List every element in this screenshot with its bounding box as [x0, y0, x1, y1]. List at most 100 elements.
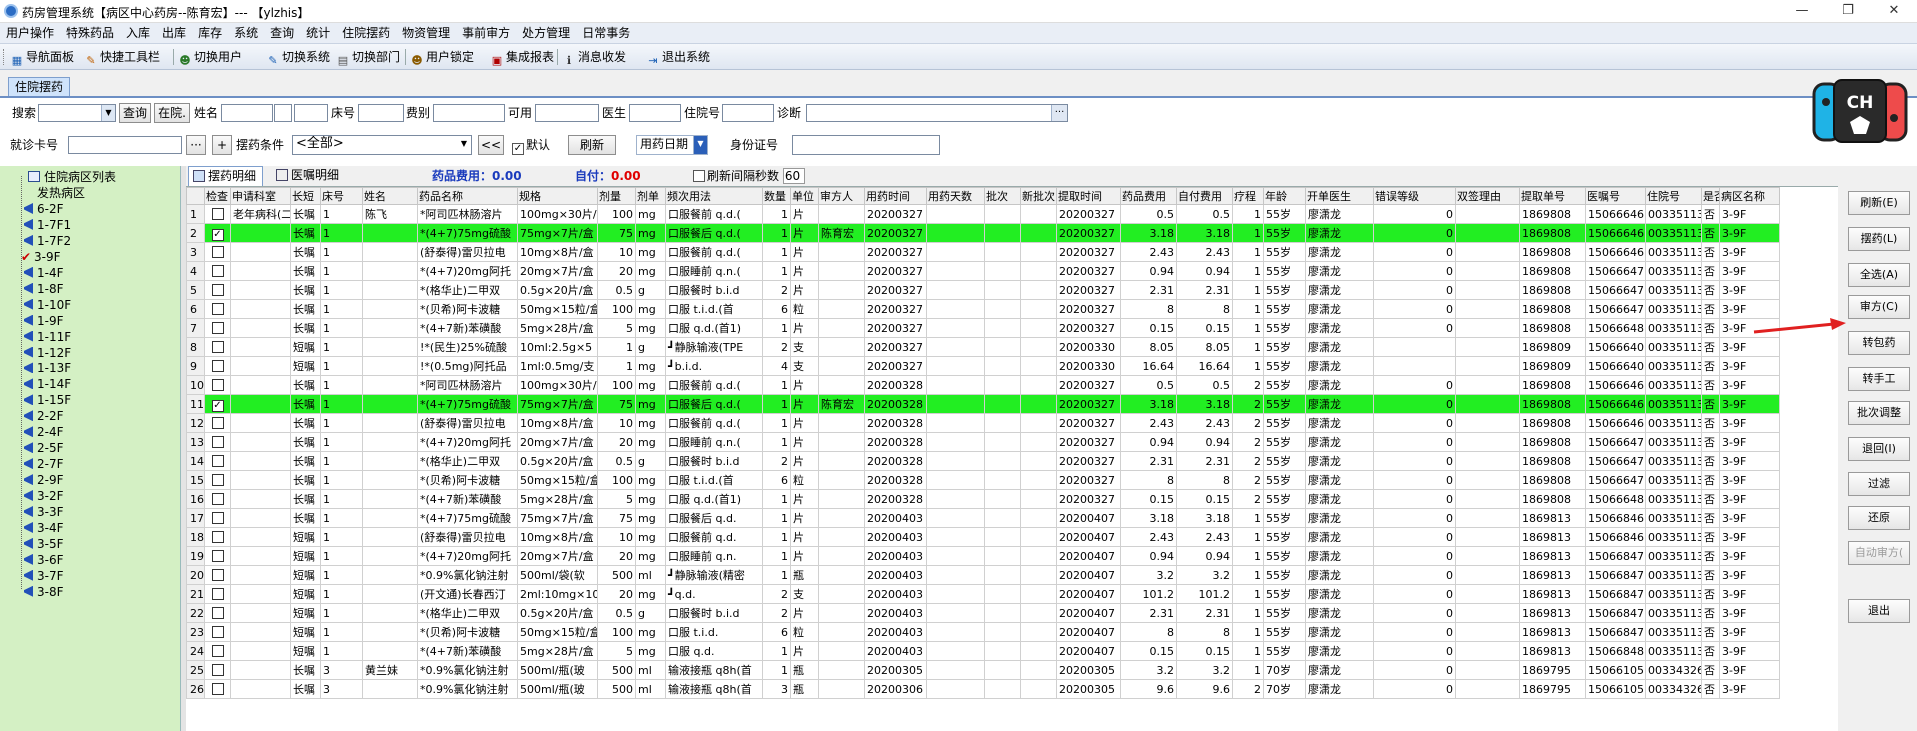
column-header[interactable]: 审方人 — [818, 187, 865, 205]
menu-item-9[interactable]: 物资管理 — [396, 23, 456, 44]
refresh-filter-button[interactable]: 刷新 — [568, 135, 616, 155]
check-cell[interactable] — [204, 641, 231, 661]
table-row[interactable]: 15 长嘱 1 *(贝希)阿卡波糖 50mg×15粒/盒 100 mg 口服 t.i.d.(首… — [186, 470, 1780, 490]
table-row[interactable]: 9 短嘱 1 !*(0.5mg)阿托品 1ml:0.5mg/支 1 mg ┛b.i.d. 4 支 2… — [186, 356, 1780, 376]
check-cell[interactable] — [204, 470, 231, 490]
tree-item[interactable]: 3-7F — [24, 568, 64, 584]
tree-item[interactable]: ✔ 3-9F — [21, 249, 61, 265]
check-cell[interactable] — [204, 660, 231, 680]
checkbox-icon[interactable] — [211, 264, 224, 277]
tree-item[interactable]: 3-8F — [24, 584, 64, 600]
tree-item[interactable]: 1-10F — [24, 297, 71, 313]
diagnosis-lookup-button[interactable]: ··· — [1051, 105, 1067, 121]
main-tab-0[interactable]: 摆药明细 — [188, 166, 264, 186]
table-row[interactable]: 4 长嘱 1 *(4+7)20mg阿托 20mg×7片/盒 20 mg 口服睡前 q.n.(1… — [186, 261, 1780, 281]
column-header[interactable]: 医嘱号 — [1585, 187, 1646, 205]
menu-item-10[interactable]: 事前审方 — [456, 23, 516, 44]
table-row[interactable]: 26 长嘱 3 *0.9%氯化钠注射 500ml/瓶(玻 500 ml 输液接瓶 q8h(首 3… — [186, 679, 1780, 699]
usable-input[interactable] — [535, 104, 599, 122]
tree-item[interactable]: 1-7F1 — [24, 217, 71, 233]
table-row[interactable]: 1 老年病科(二 长嘱 1 陈飞 *阿司匹林肠溶片 100mg×30片/100 mg 口服餐前 … — [186, 204, 1780, 224]
dispense-cond-select[interactable]: <全部> ▼ — [292, 135, 472, 155]
column-header[interactable]: 新批次 — [1020, 187, 1057, 205]
tree-item[interactable]: 1-13F — [24, 360, 71, 376]
menu-item-5[interactable]: 系统 — [228, 23, 264, 44]
column-header[interactable]: 药品名称 — [417, 187, 518, 205]
toolbar-button-0[interactable]: ▦ 导航面板 — [10, 48, 74, 67]
checkbox-checked-icon[interactable]: ✓ — [211, 229, 224, 241]
checkbox-icon[interactable] — [211, 568, 224, 581]
check-cell[interactable] — [204, 337, 231, 357]
doc-tab-inpatient-dispense[interactable]: 住院摆药 — [8, 77, 71, 97]
menu-item-7[interactable]: 统计 — [300, 23, 336, 44]
toolbar-button-2[interactable]: ☻ 切换用户 — [178, 48, 242, 67]
tree-item[interactable]: 2-9F — [24, 472, 64, 488]
checkbox-icon[interactable] — [211, 321, 224, 334]
table-row[interactable]: 5 长嘱 1 *(格华止)二甲双 0.5g×20片/盒 0.5 g 口服餐时 b.i.d 2 片 2… — [186, 280, 1780, 300]
card-no-input[interactable] — [68, 136, 182, 154]
table-row[interactable]: 10 长嘱 1 *阿司匹林肠溶片 100mg×30片/100 mg 口服餐前 q.d.(1 片… — [186, 375, 1780, 395]
action-button-7[interactable]: 退回(I) — [1848, 437, 1910, 461]
check-cell[interactable] — [204, 489, 231, 509]
action-button-11[interactable]: 退出 — [1848, 599, 1910, 623]
check-cell[interactable] — [204, 356, 231, 376]
tree-item[interactable]: 2-4F — [24, 424, 64, 440]
checkbox-icon[interactable] — [211, 549, 224, 562]
action-button-3[interactable]: 审方(C) — [1848, 295, 1910, 319]
column-header[interactable]: 检查 — [204, 187, 231, 205]
name-input[interactable] — [221, 104, 273, 122]
refresh-interval-checkbox[interactable] — [693, 170, 705, 182]
refresh-interval-input[interactable]: 60 — [782, 168, 805, 184]
check-cell[interactable] — [204, 622, 231, 642]
column-header[interactable]: 规格 — [517, 187, 598, 205]
tree-item[interactable]: 2-7F — [24, 456, 64, 472]
check-cell[interactable] — [204, 565, 231, 585]
add-button[interactable]: + — [212, 135, 232, 155]
check-cell[interactable]: ✓ — [204, 223, 231, 243]
table-row[interactable]: 17 长嘱 1 *(4+7)75mg硫酸 75mg×7片/盒 75 mg 口服餐后 q.d. 1… — [186, 508, 1780, 528]
menu-item-0[interactable]: 用户操作 — [0, 23, 60, 44]
default-checkbox[interactable]: ✓ 默认 — [512, 136, 550, 155]
toolbar-button-4[interactable]: ▤ 切换部门 — [336, 48, 400, 67]
column-header[interactable]: 剂单 — [635, 187, 666, 205]
checkbox-icon[interactable] — [211, 530, 224, 543]
name-input-3[interactable] — [294, 104, 328, 122]
column-header[interactable]: 用药天数 — [926, 187, 985, 205]
toolbar-button-8[interactable]: ⇥ 退出系统 — [646, 48, 710, 67]
menu-item-11[interactable]: 处方管理 — [516, 23, 576, 44]
check-cell[interactable] — [204, 584, 231, 604]
table-row[interactable]: 3 长嘱 1 (舒泰得)雷贝拉电 10mg×8片/盒 10 mg 口服餐前 q.d.(1 片 20… — [186, 242, 1780, 262]
column-header[interactable]: 年龄 — [1263, 187, 1306, 205]
menu-item-12[interactable]: 日常事务 — [576, 23, 636, 44]
table-row[interactable]: 12 长嘱 1 (舒泰得)雷贝拉电 10mg×8片/盒 10 mg 口服餐前 q.d.(1 片 2… — [186, 413, 1780, 433]
action-button-4[interactable]: 转包药 — [1848, 331, 1910, 355]
column-header[interactable]: 病区名称 — [1719, 187, 1780, 205]
date-type-select[interactable]: 用药日期 ▼ — [636, 135, 708, 155]
menu-item-1[interactable]: 特殊药品 — [60, 23, 120, 44]
tree-item[interactable]: 6-2F — [24, 201, 64, 217]
tree-item[interactable]: 1-8F — [24, 281, 64, 297]
table-row[interactable]: 14 长嘱 1 *(格华止)二甲双 0.5g×20片/盒 0.5 g 口服餐时 b.i.d 2 片… — [186, 451, 1780, 471]
action-button-6[interactable]: 批次调整 — [1848, 401, 1910, 425]
column-header[interactable]: 自付费用 — [1176, 187, 1233, 205]
table-row[interactable]: 7 长嘱 1 *(4+7新)苯磺酸 5mg×28片/盒 5 mg 口服 q.d.(首1) 1 片 2… — [186, 318, 1780, 338]
column-header[interactable]: 药品费用 — [1120, 187, 1177, 205]
check-cell[interactable]: ✓ — [204, 394, 231, 414]
menu-item-4[interactable]: 库存 — [192, 23, 228, 44]
table-row[interactable]: 6 长嘱 1 *(贝希)阿卡波糖 50mg×15粒/盒 100 mg 口服 t.i.d.(首 6… — [186, 299, 1780, 319]
tree-item[interactable]: 3-3F — [24, 504, 64, 520]
name-input-2[interactable] — [274, 104, 292, 122]
tree-item[interactable]: 2-5F — [24, 440, 64, 456]
close-button[interactable]: ✕ — [1871, 0, 1917, 23]
checkbox-icon[interactable] — [211, 644, 224, 657]
checkbox-icon[interactable] — [211, 473, 224, 486]
action-button-0[interactable]: 刷新(E) — [1848, 191, 1910, 215]
tree-item[interactable]: 1-15F — [24, 392, 71, 408]
main-tab-1[interactable]: 医嘱明细 — [272, 166, 345, 186]
column-header[interactable]: 数量 — [762, 187, 791, 205]
table-row[interactable]: 25 长嘱 3 黄兰妹 *0.9%氯化钠注射 500ml/瓶(玻 500 ml 输液接瓶 q8h… — [186, 660, 1780, 680]
search-select[interactable]: ▼ — [38, 104, 116, 122]
minimize-button[interactable]: — — [1779, 0, 1825, 23]
menu-item-8[interactable]: 住院摆药 — [336, 23, 396, 44]
tree-item[interactable]: 1-7F2 — [24, 233, 71, 249]
